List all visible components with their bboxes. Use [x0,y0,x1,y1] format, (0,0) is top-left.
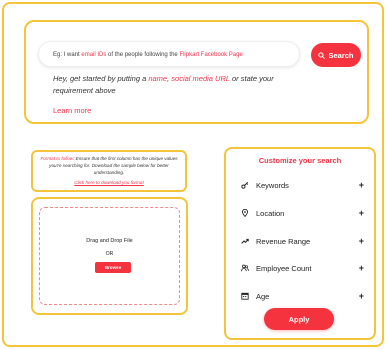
filter-label: Location [256,208,285,218]
search-panel: Eg: I want email IDs of the people follo… [24,20,369,124]
filter-keywords[interactable]: Keywords + [240,179,364,191]
customize-panel: Customize your search Keywords + Locatio… [224,147,376,340]
plus-icon[interactable]: + [359,236,364,246]
filter-employee-count[interactable]: Employee Count + [240,262,364,274]
or-separator: OR [105,251,114,257]
filter-label: Revenue Range [256,236,311,246]
download-format-link[interactable]: Click here to download you format [37,179,181,186]
learn-more-link[interactable]: Learn more [53,106,91,115]
filter-age[interactable]: Age + [240,290,364,302]
hint-highlight-social: social media URL [171,74,230,83]
plus-icon[interactable]: + [359,291,364,301]
hint-part1: Hey, get started by putting a [53,74,149,83]
users-icon [240,263,250,273]
filter-label: Age [256,291,270,301]
browse-button[interactable]: Browse [95,262,131,273]
format-note-label: Format to follow: [40,156,75,161]
apply-button[interactable]: Apply [264,308,334,330]
search-button[interactable]: Search [311,43,361,67]
search-placeholder-highlight-email: email IDs [81,52,107,58]
hint-highlight-name: name [148,74,168,83]
customize-title: Customize your search [258,156,342,165]
format-note-panel: Format to follow: Ensure that the first … [31,150,187,192]
search-input[interactable]: Eg: I want email IDs of the people follo… [38,41,300,67]
trend-up-icon [240,236,250,246]
filter-location[interactable]: Location + [240,207,364,219]
plus-icon[interactable]: + [359,180,364,190]
search-placeholder-middle: of the people following the [106,52,180,58]
calendar-icon [240,291,250,301]
search-placeholder-highlight-page: Flipkart Facebook Page [179,52,243,58]
filter-label: Keywords [256,180,289,190]
filter-revenue-range[interactable]: Revenue Range + [240,235,364,247]
drop-zone[interactable]: Drag and Drop File OR Browse [39,207,180,305]
filter-label: Employee Count [256,263,312,273]
drop-zone-label: Drag and Drop File [86,238,133,244]
search-icon [318,51,326,59]
plus-icon[interactable]: + [359,208,364,218]
search-placeholder-prefix: Eg: I want [53,52,82,58]
plus-icon[interactable]: + [359,263,364,273]
key-icon [240,180,250,190]
location-pin-icon [240,208,250,218]
search-button-label: Search [328,50,354,60]
hint-text: Hey, get started by putting a name, soci… [53,73,303,97]
upload-panel: Drag and Drop File OR Browse [31,197,188,315]
